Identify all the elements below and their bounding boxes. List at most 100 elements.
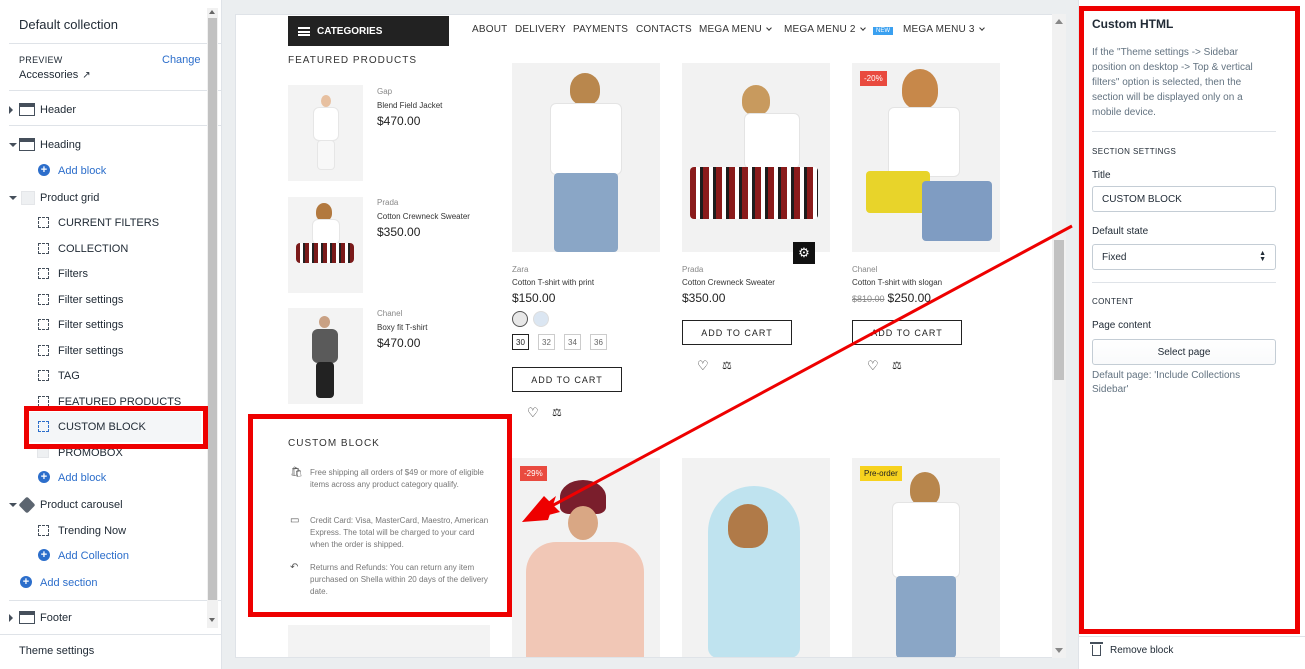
model-figure — [296, 243, 354, 263]
return-arrow-icon: ↶ — [290, 562, 299, 573]
block-custom-block[interactable]: CUSTOM BLOCK — [0, 416, 200, 438]
caret-right-icon[interactable] — [9, 614, 13, 622]
compare-scale-icon[interactable]: ⚖ — [892, 359, 902, 372]
product-name[interactable]: Cotton Crewneck Sweater — [682, 278, 775, 287]
model-figure — [866, 171, 930, 213]
old-price: $810.00 — [852, 294, 885, 304]
product-image[interactable]: Pre-order — [852, 458, 1000, 657]
carousel-add-collection[interactable]: + Add Collection — [0, 545, 200, 567]
size-option[interactable]: 32 — [538, 334, 555, 350]
add-to-cart-button[interactable]: ADD TO CART — [512, 367, 622, 392]
compare-scale-icon[interactable]: ⚖ — [552, 406, 562, 419]
add-section[interactable]: + Add section — [0, 572, 200, 594]
section-product-carousel[interactable]: Product carousel — [0, 494, 200, 516]
categories-button[interactable]: CATEGORIES — [288, 16, 449, 46]
heading-add-block[interactable]: + Add block — [0, 160, 200, 182]
block-current-filters[interactable]: CURRENT FILTERS — [0, 212, 200, 234]
featured-product-image[interactable] — [288, 308, 363, 404]
nav-contacts[interactable]: CONTACTS — [636, 24, 692, 35]
nav-mega-menu[interactable]: MEGA MENU — [699, 24, 772, 35]
block-trending-now[interactable]: Trending Now — [0, 520, 200, 542]
nav-payments[interactable]: PAYMENTS — [573, 24, 628, 35]
caret-down-icon[interactable] — [9, 503, 17, 507]
remove-block-button[interactable]: Remove block — [1110, 645, 1173, 656]
caret-down-icon[interactable] — [9, 196, 17, 200]
section-settings-heading: SECTION SETTINGS — [1092, 147, 1177, 156]
model-figure — [896, 576, 956, 657]
featured-product-image[interactable] — [288, 85, 363, 181]
add-to-cart-button[interactable]: ADD TO CART — [852, 320, 962, 345]
custom-block-text: Free shipping all orders of $49 or more … — [310, 468, 484, 489]
featured-name[interactable]: Cotton Crewneck Sweater — [377, 212, 470, 221]
wishlist-heart-icon[interactable]: ♡ — [867, 358, 879, 374]
credit-card-icon: ▭ — [290, 515, 300, 526]
product-name[interactable]: Cotton T-shirt with print — [512, 278, 594, 287]
custom-block-text: Credit Card: Visa, MasterCard, Maestro, … — [310, 516, 489, 549]
section-heading[interactable]: Heading — [0, 134, 200, 156]
size-option[interactable]: 30 — [512, 334, 529, 350]
section-label: Footer — [40, 612, 72, 624]
block-filters[interactable]: Filters — [0, 263, 200, 285]
scroll-down-arrow-icon[interactable] — [1055, 648, 1063, 653]
block-tag[interactable]: TAG — [0, 365, 200, 387]
product-grid-add-block[interactable]: + Add block — [0, 467, 200, 489]
color-swatch[interactable] — [533, 311, 549, 327]
block-promobox[interactable]: PROMOBOX — [0, 442, 200, 464]
color-swatch[interactable] — [512, 311, 528, 327]
default-state-select[interactable]: Fixed ▲ ▼ — [1092, 244, 1276, 270]
product-image[interactable]: -20% — [852, 63, 1000, 252]
caret-right-icon[interactable] — [9, 106, 13, 114]
section-product-grid[interactable]: Product grid — [0, 187, 200, 209]
settings-gears-icon[interactable]: ⚙ — [793, 242, 815, 264]
compare-scale-icon[interactable]: ⚖ — [722, 359, 732, 372]
wishlist-heart-icon[interactable]: ♡ — [697, 358, 709, 374]
product-brand: Chanel — [852, 265, 878, 274]
wishlist-heart-icon[interactable]: ♡ — [527, 405, 539, 421]
product-image[interactable] — [682, 458, 830, 657]
sale-price: $250.00 — [887, 291, 931, 305]
featured-product-image[interactable] — [288, 197, 363, 293]
block-featured-products[interactable]: FEATURED PRODUCTS — [0, 391, 200, 413]
featured-brand: Chanel — [377, 309, 403, 318]
add-to-cart-button[interactable]: ADD TO CART — [682, 320, 792, 345]
featured-brand: Prada — [377, 198, 399, 207]
trash-icon[interactable] — [1090, 642, 1103, 656]
external-link-icon[interactable]: ↗ — [82, 70, 90, 81]
product-name[interactable]: Cotton T-shirt with slogan — [852, 278, 942, 287]
nav-about[interactable]: ABOUT — [472, 24, 507, 35]
sidebar-scroll-thumb[interactable] — [208, 18, 217, 600]
product-image[interactable]: -29% — [512, 458, 660, 657]
block-filter-settings[interactable]: Filter settings — [0, 314, 200, 336]
promobox-image[interactable] — [288, 625, 490, 657]
size-option[interactable]: 34 — [564, 334, 581, 350]
add-collection-label: Add Collection — [58, 550, 129, 562]
change-link[interactable]: Change — [162, 54, 201, 66]
featured-name[interactable]: Blend Field Jacket — [377, 101, 442, 110]
product-image[interactable] — [682, 63, 830, 252]
theme-settings[interactable]: Theme settings — [0, 640, 200, 662]
scroll-up-arrow-icon[interactable] — [1055, 19, 1063, 24]
add-block-label: Add block — [58, 472, 107, 484]
scroll-up-arrow-icon[interactable] — [209, 10, 215, 14]
nav-delivery[interactable]: DELIVERY — [515, 24, 566, 35]
block-label: Trending Now — [58, 525, 127, 537]
block-filter-settings[interactable]: Filter settings — [0, 289, 200, 311]
preview-scroll-thumb[interactable] — [1054, 240, 1064, 380]
select-page-button[interactable]: Select page — [1092, 339, 1276, 365]
section-footer[interactable]: Footer — [0, 607, 200, 629]
nav-label: MEGA MENU 3 — [903, 24, 975, 35]
scroll-down-arrow-icon[interactable] — [209, 618, 215, 622]
title-input[interactable]: CUSTOM BLOCK — [1092, 186, 1276, 212]
nav-mega-menu-3[interactable]: MEGA MENU 3 — [903, 24, 985, 35]
section-header[interactable]: Header — [0, 99, 200, 121]
divider — [1092, 282, 1276, 283]
block-filter-settings[interactable]: Filter settings — [0, 340, 200, 362]
product-image[interactable] — [512, 63, 660, 252]
categories-label: CATEGORIES — [317, 25, 383, 37]
model-figure — [319, 316, 330, 328]
caret-down-icon[interactable] — [9, 143, 17, 147]
size-option[interactable]: 36 — [590, 334, 607, 350]
block-collection[interactable]: COLLECTION — [0, 238, 200, 260]
featured-name[interactable]: Boxy fit T-shirt — [377, 323, 428, 332]
nav-mega-menu-2[interactable]: MEGA MENU 2 — [784, 24, 866, 35]
